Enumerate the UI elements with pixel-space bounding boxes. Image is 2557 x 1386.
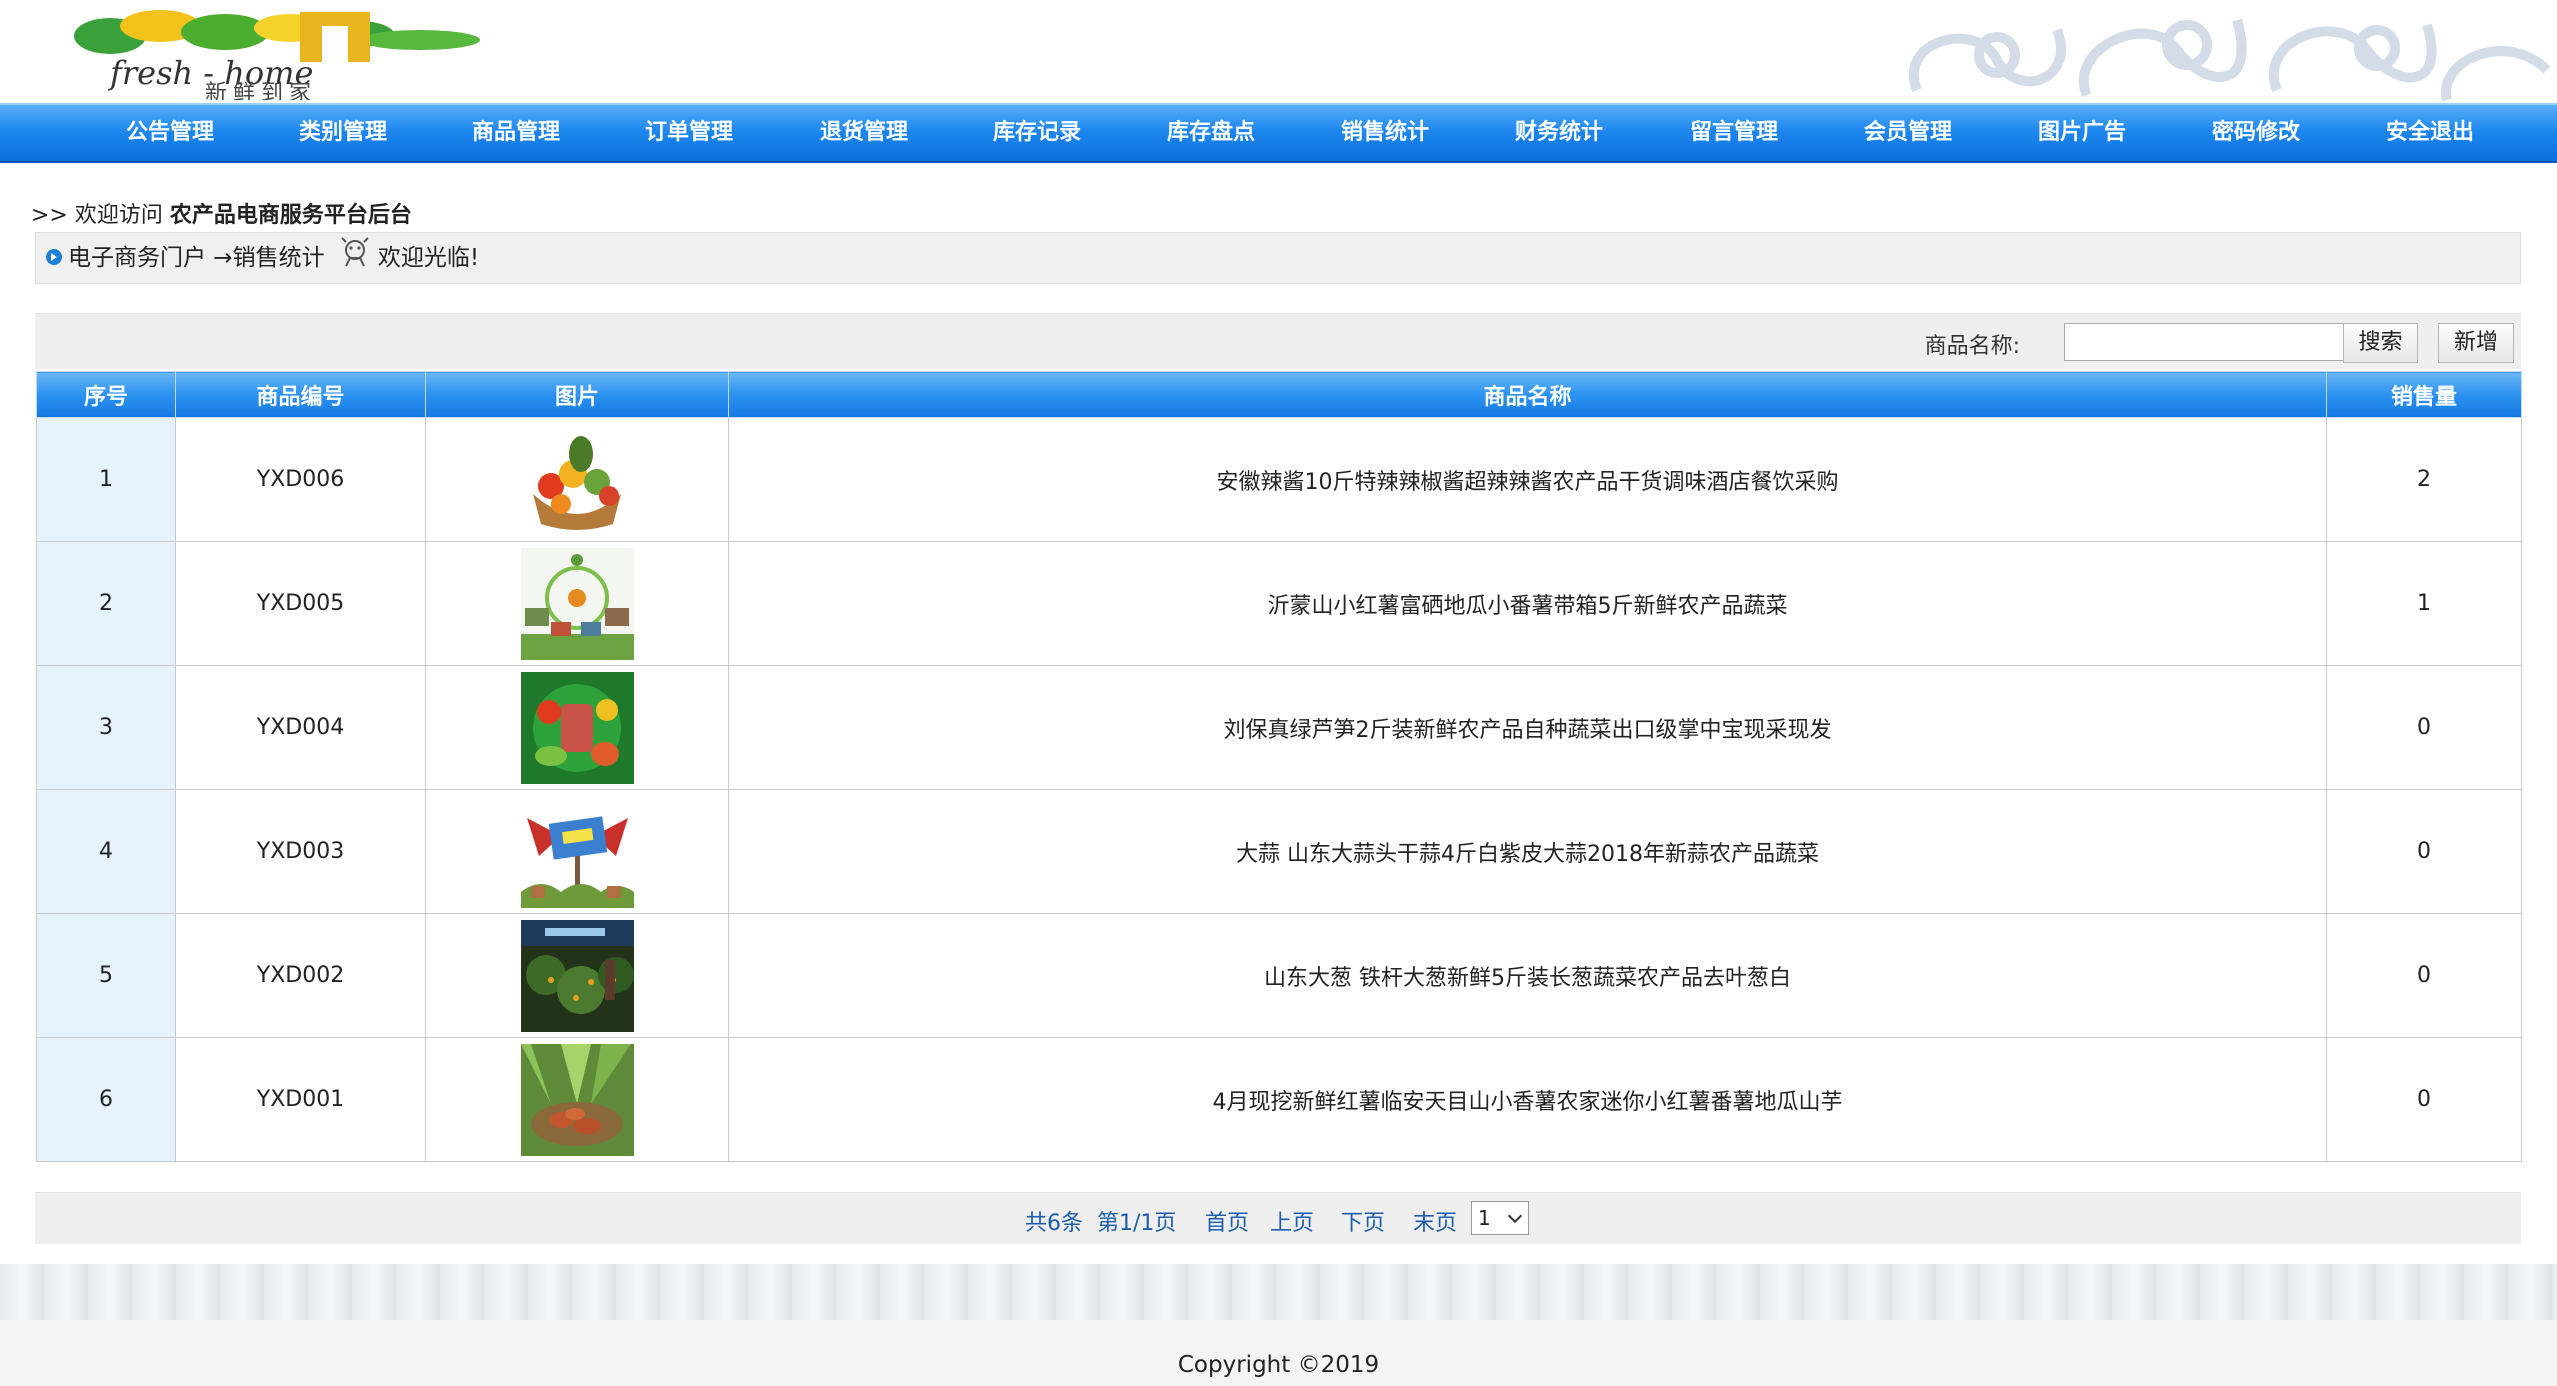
product-image-cell [425,913,729,1038]
column-header-name: 商品名称 [728,371,2327,418]
product-name-search-input[interactable] [2064,323,2344,361]
orchard-image[interactable] [520,919,634,1032]
sales-quantity: 2 [2326,417,2522,542]
page-info: 第1/1页 [1097,1211,1177,1236]
last-page-link[interactable]: 末页 [1413,1205,1457,1237]
table-row: 1 YXD006 安徽辣酱10斤特辣辣椒酱超辣辣酱农产品干货调味酒店餐饮采购 2 [36,417,2522,542]
column-header-sales: 销售量 [2326,371,2522,418]
nav-item-returns[interactable]: 退货管理 [779,105,949,161]
fruit-basket-image[interactable] [520,423,634,536]
product-code: YXD002 [175,913,426,1038]
site-name: 农产品电商服务平台后台 [169,203,412,228]
nav-item-stock-count[interactable]: 库存盘点 [1126,105,1296,161]
sales-quantity: 0 [2326,1037,2522,1162]
product-code: YXD005 [175,541,426,666]
arrow-bullet-icon [46,248,62,265]
sales-quantity: 1 [2326,541,2522,666]
product-code: YXD004 [175,665,426,790]
main-nav: 公告管理 类别管理 商品管理 订单管理 退货管理 库存记录 库存盘点 销售统计 … [0,103,2557,163]
welcome-text: >> 欢迎访问 农产品电商服务平台后台 [31,197,412,229]
product-name: 山东大葱 铁杆大葱新鲜5斤装长葱蔬菜农产品去叶葱白 [728,913,2327,1038]
table-row: 2 YXD005 沂蒙山小红薯富硒地瓜小番薯带箱5斤新鲜农产品蔬菜 1 [36,541,2522,666]
product-name: 安徽辣酱10斤特辣辣椒酱超辣辣酱农产品干货调味酒店餐饮采购 [728,417,2327,542]
nav-item-image-ads[interactable]: 图片广告 [1997,105,2167,161]
search-bar: 商品名称: 搜索 新增 [35,313,2521,369]
column-header-image: 图片 [425,371,729,418]
nav-item-announcements[interactable]: 公告管理 [85,105,255,161]
table-row: 5 YXD002 山东大葱 铁杆大葱新鲜5斤装长葱蔬菜农产品去叶葱白 0 [36,913,2522,1038]
product-name: 4月现挖新鲜红薯临安天目山小香薯农家迷你小红薯番薯地瓜山芋 [728,1037,2327,1162]
row-index: 4 [36,789,176,914]
copyright-text: Copyright ©2019 [1177,1352,1380,1378]
chevron-down-icon [1507,1208,1523,1224]
banner-sign-image[interactable] [520,795,634,908]
nav-item-logout[interactable]: 安全退出 [2345,105,2515,161]
product-code: YXD003 [175,789,426,914]
vegetable-harvest-image[interactable] [520,1043,634,1156]
fresh-home-logo: fresh - home 新鲜到家 [74,10,480,100]
product-name-label: 商品名称: [1924,334,2020,359]
sales-stats-table: 序号 商品编号 图片 商品名称 销售量 1 YXD006 安徽辣酱10斤特辣辣椒… [36,371,2522,1162]
first-page-link[interactable]: 首页 [1205,1205,1249,1237]
total-count: 共6条 [1025,1211,1083,1236]
column-header-index: 序号 [36,371,176,418]
table-row: 3 YXD004 刘保真绿芦笋2斤装新鲜农产品自种蔬菜出口级掌中宝现采现发 0 [36,665,2522,790]
row-index: 6 [36,1037,176,1162]
product-image-cell [425,417,729,542]
next-page-link[interactable]: 下页 [1341,1205,1385,1237]
nav-item-finance-stats[interactable]: 财务统计 [1474,105,1644,161]
row-index: 5 [36,913,176,1038]
mascot-icon [341,236,369,266]
sales-quantity: 0 [2326,665,2522,790]
header: fresh - home 新鲜到家 [0,0,2557,103]
farm-diagram-image[interactable] [520,547,634,660]
welcome-prefix: >> 欢迎访问 [31,203,170,228]
column-header-code: 商品编号 [175,371,426,418]
nav-item-change-password[interactable]: 密码修改 [2171,105,2341,161]
nav-item-categories[interactable]: 类别管理 [258,105,428,161]
nav-item-members[interactable]: 会员管理 [1823,105,1993,161]
breadcrumb: 电子商务门户 →销售统计 欢迎光临! [35,232,2521,284]
page-select[interactable]: 1 [1471,1201,1529,1235]
product-code: YXD006 [175,417,426,542]
breadcrumb-path: 电子商务门户 →销售统计 [68,245,325,271]
row-index: 3 [36,665,176,790]
nav-item-products[interactable]: 商品管理 [431,105,601,161]
decorative-cloud-pattern [1909,18,2551,102]
table-row: 6 YXD001 4月现挖新鲜红薯临安天目山小香薯农家迷你小红薯番薯地瓜山芋 0 [36,1037,2522,1162]
prev-page-link[interactable]: 上页 [1270,1205,1314,1237]
add-button[interactable]: 新增 [2438,323,2514,363]
greeting-text: 欢迎光临! [377,245,480,271]
row-index: 1 [36,417,176,542]
product-name: 沂蒙山小红薯富硒地瓜小番薯带箱5斤新鲜农产品蔬菜 [728,541,2327,666]
table-row: 4 YXD003 大蒜 山东大蒜头干蒜4斤白紫皮大蒜2018年新蒜农产品蔬菜 0 [36,789,2522,914]
product-image-cell [425,541,729,666]
product-image-cell [425,1037,729,1162]
vegetable-juice-image[interactable] [520,671,634,784]
sales-quantity: 0 [2326,913,2522,1038]
search-button[interactable]: 搜索 [2343,323,2418,363]
pagination: 共6条 第1/1页 首页 上页 下页 末页 1 [35,1192,2521,1244]
product-name: 大蒜 山东大蒜头干蒜4斤白紫皮大蒜2018年新蒜农产品蔬菜 [728,789,2327,914]
svg-text:新鲜到家: 新鲜到家 [205,81,317,100]
footer-pattern-band [0,1264,2557,1320]
product-name: 刘保真绿芦笋2斤装新鲜农产品自种蔬菜出口级掌中宝现采现发 [728,665,2327,790]
product-code: YXD001 [175,1037,426,1162]
nav-item-messages[interactable]: 留言管理 [1649,105,1819,161]
nav-item-orders[interactable]: 订单管理 [604,105,774,161]
product-image-cell [425,789,729,914]
row-index: 2 [36,541,176,666]
product-image-cell [425,665,729,790]
nav-item-stock-records[interactable]: 库存记录 [952,105,1122,161]
table-header-row: 序号 商品编号 图片 商品名称 销售量 [36,371,2522,418]
nav-item-sales-stats[interactable]: 销售统计 [1300,105,1470,161]
sales-quantity: 0 [2326,789,2522,914]
page-select-value: 1 [1478,1206,1491,1230]
